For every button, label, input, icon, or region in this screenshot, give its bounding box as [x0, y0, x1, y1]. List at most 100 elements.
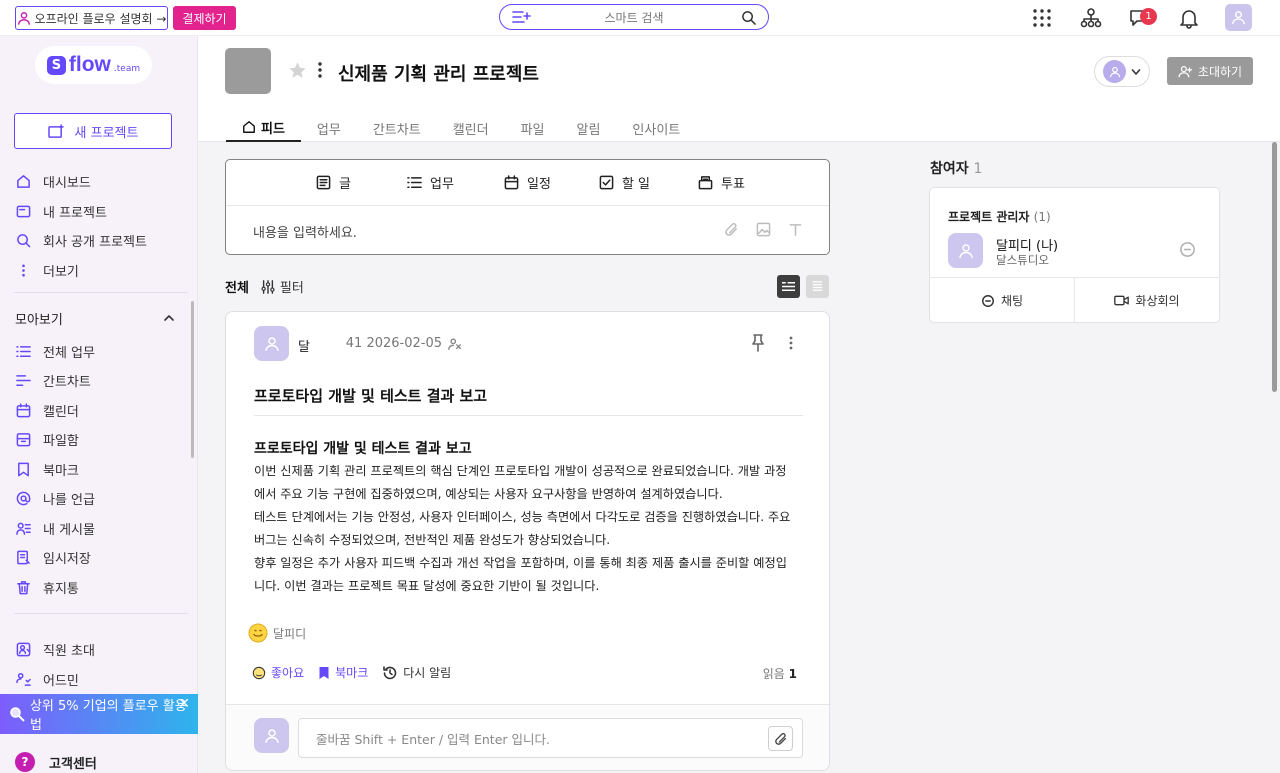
search-icon[interactable] [741, 10, 756, 25]
org-chart-icon[interactable] [1080, 7, 1102, 29]
composer-input[interactable]: 내용을 입력하세요. [253, 222, 357, 241]
admin-icon [16, 672, 31, 686]
collect-section-toggle[interactable]: 모아보기 [15, 308, 175, 328]
project-admin-label: 프로젝트 관리자 [948, 210, 1030, 224]
usage-tips-label: 상위 5% 기업의 플로우 활용법 [29, 699, 187, 733]
flow-logo-suffix: .team [113, 63, 141, 74]
post-author[interactable]: 달 [298, 336, 310, 355]
post-body-line: 향후 일정은 추가 사용자 피드백 수집과 개선 작업을 포함하며, 이를 통해… [254, 556, 787, 570]
video-call-button[interactable]: 화상회의 [1074, 278, 1219, 323]
post-author-avatar[interactable] [254, 326, 289, 361]
comment-input[interactable]: 줄바꿈 Shift + Enter / 입력 Enter 입니다. [298, 718, 803, 758]
invite-button[interactable]: 초대하기 [1167, 57, 1253, 85]
smart-search-input[interactable]: 스마트 검색 [499, 4, 769, 30]
like-button[interactable]: 좋아요 [252, 664, 304, 681]
card-view-button[interactable] [777, 275, 800, 298]
usage-tips-banner[interactable]: 상위 5% 기업의 플로우 활용법 ✕ [0, 694, 198, 734]
bell-icon[interactable] [1178, 7, 1200, 29]
apps-grid-icon[interactable] [1031, 7, 1053, 29]
collect-bookmark[interactable]: 북마크 [0, 456, 190, 482]
pin-icon[interactable] [751, 334, 765, 352]
collect-trash[interactable]: 휴지통 [0, 574, 190, 600]
post-body-line: 에서 주요 기능 구현에 집중하였으며, 예상되는 사용자 요구사항을 반영하여… [254, 487, 723, 501]
member-dropdown[interactable] [1094, 56, 1150, 87]
profile-avatar[interactable] [1225, 4, 1252, 31]
main-scrollbar[interactable] [1272, 142, 1277, 392]
smart-search-icon [512, 11, 531, 23]
attachment-icon[interactable] [724, 222, 739, 237]
collect-drafts[interactable]: 임시저장 [0, 544, 190, 570]
collect-mentions[interactable]: 나를 언급 [0, 485, 190, 511]
sidebar-scrollbar[interactable] [191, 301, 194, 458]
feed-filter-button[interactable]: 필터 [261, 277, 304, 296]
composer-type-post-label: 글 [339, 177, 351, 192]
collect-all-tasks[interactable]: 전체 업무 [0, 338, 190, 364]
collect-calendar[interactable]: 캘린더 [0, 397, 190, 423]
comment-area: 줄바꿈 Shift + Enter / 입력 Enter 입니다. [226, 704, 829, 770]
nav-company-projects[interactable]: 회사 공개 프로젝트 [0, 227, 190, 253]
chat-badge: 1 [1140, 8, 1157, 25]
view-toggle [777, 275, 829, 298]
project-thumbnail[interactable] [225, 48, 271, 94]
remind-button[interactable]: 다시 알림 [382, 664, 451, 681]
user-icon [1232, 11, 1245, 25]
read-count[interactable]: 읽음 1 [763, 665, 797, 682]
composer-type-bar: 글 업무 일정 할 일 투표 [226, 160, 829, 206]
tab-gantt[interactable]: 간트차트 [357, 114, 437, 142]
flow-logo[interactable]: S flow .team [35, 46, 152, 84]
pay-button[interactable]: 결제하기 [173, 6, 236, 30]
invite-staff[interactable]: 직원 초대 [0, 636, 190, 662]
comment-attach-button[interactable] [768, 726, 793, 751]
banner-close-icon[interactable]: ✕ [178, 696, 190, 712]
reaction-summary[interactable]: 달피디 [248, 623, 306, 643]
nav-more[interactable]: 더보기 [0, 257, 190, 283]
post-menu-icon[interactable] [787, 334, 795, 352]
star-icon[interactable] [288, 61, 307, 80]
sidebar-divider [14, 292, 188, 293]
sidebar-divider [14, 613, 188, 614]
tab-calendar[interactable]: 캘린더 [437, 114, 505, 142]
collect-my-posts[interactable]: 내 게시물 [0, 515, 190, 541]
tab-tasks[interactable]: 업무 [301, 114, 357, 142]
composer-type-task[interactable]: 업무 [382, 173, 479, 192]
composer-type-schedule[interactable]: 일정 [479, 173, 576, 192]
file-box-icon [16, 432, 31, 446]
new-project-label: 새 프로젝트 [74, 125, 139, 141]
composer-type-post[interactable]: 글 [285, 173, 382, 192]
collect-my-posts-label: 내 게시물 [43, 522, 95, 538]
admin[interactable]: 어드민 [0, 666, 190, 692]
home-icon [17, 174, 30, 188]
nav-dashboard[interactable]: 대시보드 [0, 168, 190, 194]
offline-briefing-button[interactable]: 오프라인 플로우 설명회 → [15, 6, 168, 30]
new-project-button[interactable]: 새 프로젝트 [14, 113, 172, 149]
participant-avatar[interactable] [948, 233, 983, 268]
task-icon [407, 177, 422, 188]
trash-icon [17, 580, 30, 594]
collect-files[interactable]: 파일함 [0, 426, 190, 452]
collect-gantt[interactable]: 간트차트 [0, 367, 190, 393]
composer-type-schedule-label: 일정 [527, 177, 551, 192]
tab-notifications[interactable]: 알림 [561, 114, 617, 142]
invite-label: 초대하기 [1197, 64, 1243, 79]
bookmark-button[interactable]: 북마크 [318, 664, 368, 681]
feed-all-label: 전체 [225, 281, 249, 296]
home-icon [243, 121, 255, 133]
list-view-icon [812, 281, 823, 291]
tab-files[interactable]: 파일 [505, 114, 561, 142]
nav-my-projects[interactable]: 내 프로젝트 [0, 198, 190, 224]
help-icon: ? [15, 752, 35, 772]
chat-bubble-icon[interactable] [1179, 241, 1196, 258]
collect-calendar-label: 캘린더 [43, 404, 79, 420]
post-body: 이번 신제품 기획 관리 프로젝트의 핵심 단계인 프로토타입 개발이 성공적으… [254, 460, 806, 598]
composer-type-todo[interactable]: 할 일 [576, 173, 673, 192]
project-menu-icon[interactable] [315, 60, 325, 80]
chat-button[interactable]: 채팅 [930, 278, 1074, 323]
tab-insights[interactable]: 인사이트 [616, 114, 696, 142]
schedule-icon [504, 175, 519, 190]
image-icon[interactable] [756, 222, 771, 237]
composer-type-vote[interactable]: 투표 [673, 173, 770, 192]
text-format-icon[interactable] [788, 222, 803, 237]
customer-center[interactable]: ? 고객센터 [15, 752, 97, 772]
list-view-button[interactable] [806, 275, 829, 298]
tab-feed[interactable]: 피드 [226, 114, 301, 142]
